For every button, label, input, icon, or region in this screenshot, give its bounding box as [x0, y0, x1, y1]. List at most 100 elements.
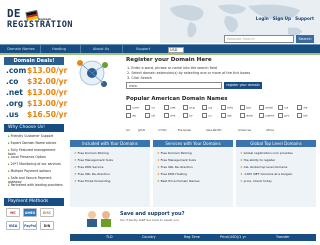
signup-link[interactable]: Sign Up — [273, 16, 291, 21]
tld-checkbox[interactable]: .tel — [297, 113, 308, 118]
tld-filter-row: All gTLD ccTLD European Asia-Pacific Ame… — [126, 128, 316, 133]
deal-price: $13.00/yr — [27, 66, 68, 75]
panel-item: Free DNS Service — [74, 165, 104, 169]
tld-checkbox[interactable]: .tv — [183, 113, 193, 118]
deal-tld: .com — [6, 66, 27, 75]
tld-checkbox[interactable]: .de — [297, 105, 308, 110]
tld-checkbox[interactable]: .net — [164, 105, 176, 110]
col-country: Country — [142, 235, 156, 239]
payment-cards: MC AMEX DISC VISA PayPal DIN — [6, 208, 62, 244]
deal-price: $13.00/yr — [27, 88, 68, 97]
why-item: Expert Domain Name advice — [8, 141, 57, 145]
deal-price: $13.00/yr — [27, 99, 68, 108]
login-link[interactable]: Login — [256, 16, 269, 21]
panel-item: Free Email forwarding — [74, 179, 111, 183]
site-search-button[interactable]: Search — [296, 35, 314, 43]
domain-search-input[interactable]: www. — [126, 82, 222, 89]
why-item: 24*7 Monitoring of our services — [8, 162, 61, 166]
tld-checkbox[interactable]: .ca — [278, 105, 288, 110]
tld-checkbox[interactable]: .cc — [202, 113, 212, 118]
deal-price: $16.50/yr — [27, 110, 68, 119]
deal-tld: .org — [6, 99, 24, 108]
support-people-icon — [87, 211, 111, 227]
services-panel-title: Services with Your Domains — [153, 140, 233, 147]
tld-checkbox[interactable]: .mobi — [259, 105, 273, 110]
tld-checkbox[interactable]: .asia — [240, 113, 253, 118]
global-tld-panel: Global registration.com provides the abi… — [236, 147, 316, 207]
tld-checkbox[interactable]: .co — [145, 105, 155, 110]
panel-item: ALL Global top level domains — [240, 165, 288, 169]
deal-item[interactable]: .co $32.00/yr — [4, 77, 68, 87]
deal-tld: .us — [6, 110, 19, 119]
domain-graphic — [70, 57, 114, 90]
discover-icon: DISC — [40, 208, 54, 217]
paypal-icon: PayPal — [23, 221, 37, 230]
tld-checkbox[interactable]: .org — [183, 105, 195, 110]
filter-asia-pacific[interactable]: Asia-Pacific — [206, 128, 222, 132]
tld-checkbox[interactable]: .name — [259, 113, 274, 118]
currency-select[interactable]: USD — [168, 46, 184, 53]
register-title: Register your Domain Here — [126, 57, 212, 63]
why-item: Local Presence Option — [8, 155, 46, 159]
panel-item: Global registration.com provides — [240, 151, 293, 155]
register-domain-button[interactable]: register your domain here — [224, 82, 262, 94]
german-flag-icon — [25, 9, 39, 21]
panel-item: Free Domain Parking — [157, 151, 192, 155]
deal-item[interactable]: .net $13.00/yr — [4, 88, 68, 98]
tld-checkbox[interactable]: .us — [202, 105, 212, 110]
services-panel: Free Domain Parking Free Management tool… — [153, 147, 233, 207]
tld-checkbox[interactable]: .eu — [126, 113, 137, 118]
panel-item: Free Management tools — [157, 158, 196, 162]
filter-americas[interactable]: Americas — [238, 128, 251, 132]
filter-european[interactable]: European — [178, 128, 191, 132]
filter-africa[interactable]: Africa — [266, 128, 274, 132]
filter-gtld[interactable]: gTLD — [138, 128, 145, 132]
deal-item[interactable]: .org $13.00/yr — [4, 99, 68, 109]
panel-item: Free Management tools — [74, 158, 113, 162]
why-choose-list: Friendly Customer Support Expert Domain … — [4, 132, 64, 192]
tld-checkbox[interactable]: .pro — [278, 113, 290, 118]
why-choose-title: Why Choose Us! — [4, 124, 64, 132]
panel-item: price. Check today — [240, 179, 272, 183]
panel-item: the ability to register — [240, 158, 276, 162]
tld-checkbox[interactable]: .ws — [221, 113, 232, 118]
deal-item[interactable]: .us $16.50/yr — [4, 110, 68, 120]
save-title: Save and support you? — [120, 211, 185, 217]
support-link[interactable]: Support — [295, 16, 314, 21]
deal-item[interactable]: .com $13.00/yr — [4, 66, 68, 76]
save-subtitle: Our friendly staff are here to assist yo… — [120, 218, 179, 222]
filter-cctld[interactable]: ccTLD — [158, 128, 167, 132]
tld-checkbox[interactable]: .com — [126, 105, 139, 110]
why-item: Friendly Customer Support — [8, 134, 54, 138]
col-tld: TLD — [106, 235, 113, 239]
mastercard-icon: MC — [6, 208, 20, 217]
filter-all[interactable]: All — [126, 128, 129, 132]
col-price: Price(USD)/1 yr — [220, 235, 246, 239]
visa-icon: VISA — [6, 221, 20, 230]
accent-band — [0, 53, 320, 55]
main-nav: Domain Names Hosting About Us Support US… — [0, 44, 320, 54]
panel-item: Best Price Domain Names — [157, 179, 200, 183]
site-logo[interactable]: DE Domain REGISTRATION — [7, 8, 72, 36]
diners-icon: DIN — [40, 221, 54, 230]
domain-network-icon — [77, 60, 108, 87]
payment-methods-title: Payment Methods — [4, 198, 64, 206]
deal-tld: .co — [6, 77, 19, 86]
panel-item: Free URL Re-direction — [157, 165, 193, 169]
tld-checkbox[interactable]: .info — [221, 105, 234, 110]
included-panel-title: Included with Your Domains — [70, 140, 150, 147]
deal-price: $32.00/yr — [27, 77, 68, 86]
tld-checkbox[interactable]: .me — [164, 113, 176, 118]
tld-checkbox[interactable]: .uk — [145, 113, 156, 118]
site-search-input[interactable]: Website Search — [224, 35, 294, 43]
popular-title: Popular American Domain Names — [126, 96, 228, 102]
header: DE Domain REGISTRATION Login Sign Up Sup… — [0, 0, 320, 44]
save-support-box — [70, 208, 316, 228]
www-prefix: www. — [129, 84, 138, 88]
panel-item: Free URL Re-direction — [74, 172, 110, 176]
price-table-header: TLD Country Reg Time Price(USD)/1 yr Tra… — [70, 234, 316, 241]
tld-checkbox-grid: .com .co .net .org .us .info .biz .mobi … — [126, 105, 316, 123]
deal-tld: .net — [6, 88, 23, 97]
panel-item: Free DNS Hosting — [157, 172, 187, 176]
tld-checkbox[interactable]: .biz — [240, 105, 251, 110]
